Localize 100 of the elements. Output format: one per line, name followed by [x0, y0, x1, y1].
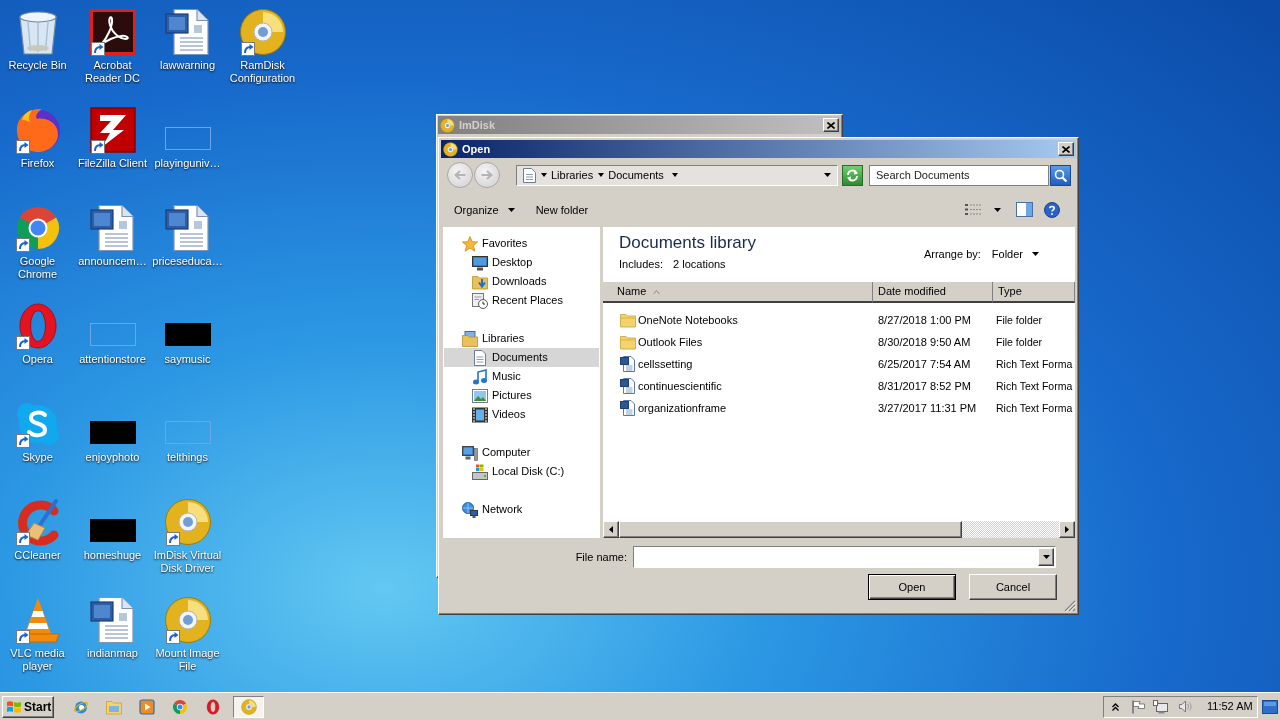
nav-item[interactable]: Favorites	[444, 234, 599, 253]
disc-icon[interactable]	[163, 596, 212, 644]
dropdown-menu-button[interactable]: Organize	[454, 202, 515, 217]
breadcrumb-arrow-icon[interactable]	[541, 173, 547, 177]
scrollbar-thumb[interactable]	[619, 521, 962, 538]
toolbar-button[interactable]: New folder	[535, 202, 589, 217]
file-type: Rich Text Forma	[996, 401, 1073, 414]
nav-item[interactable]: Network	[444, 500, 599, 519]
locations-link[interactable]: 2 locations	[673, 257, 726, 271]
flag-icon[interactable]	[1132, 699, 1145, 714]
file-name[interactable]: continuescientific	[638, 377, 722, 395]
desktop-icon-label[interactable]: FileZilla Client	[75, 157, 150, 170]
refresh-button[interactable]	[842, 164, 863, 186]
file-name[interactable]: Outlook Files	[638, 333, 703, 351]
column-header[interactable]: Type	[993, 282, 1075, 303]
breadcrumb-button[interactable]: Libraries	[551, 168, 594, 182]
file-thumbnail[interactable]	[89, 323, 136, 346]
arrange-by-dropdown[interactable]: Folder	[991, 247, 1039, 261]
nav-item[interactable]: Pictures	[444, 386, 599, 405]
help-icon[interactable]	[1044, 201, 1060, 218]
view-list-icon[interactable]	[965, 203, 981, 216]
desktop-icon-label[interactable]: Google Chrome	[0, 255, 75, 281]
close-button[interactable]	[1058, 142, 1074, 156]
desktop-icon-label[interactable]: Acrobat Reader DC	[75, 59, 150, 85]
folder-icon	[620, 312, 636, 328]
media-player-icon[interactable]	[138, 698, 155, 715]
file-thumbnail[interactable]	[164, 421, 211, 444]
desktop-icon-label[interactable]: priceseduca…	[150, 255, 225, 268]
desktop-icon-label[interactable]: announcem…	[75, 255, 150, 268]
word-document-icon[interactable]	[163, 204, 212, 252]
breadcrumb-button[interactable]: Documents	[608, 168, 664, 182]
close-button[interactable]	[823, 118, 839, 132]
start-button[interactable]: Start	[2, 695, 54, 718]
show-desktop-icon[interactable]	[1262, 699, 1278, 714]
address-dropdown-icon[interactable]	[824, 173, 831, 177]
rtf-document-icon	[620, 378, 636, 394]
scroll-right-button[interactable]	[1059, 521, 1075, 538]
resize-grip-icon[interactable]	[1064, 600, 1076, 612]
search-icon	[1054, 168, 1067, 182]
nav-item[interactable]: Desktop	[444, 253, 599, 272]
desktop-icon-label[interactable]: playinguniv…	[150, 157, 225, 170]
desktop-icon-label[interactable]: lawwarning	[150, 59, 225, 72]
view-menu-caret-icon[interactable]	[994, 207, 1001, 212]
network-status-icon[interactable]	[1153, 699, 1168, 714]
acrobat-icon[interactable]	[88, 8, 137, 56]
nav-item[interactable]: Recent Places	[444, 291, 599, 310]
breadcrumb-arrow-icon[interactable]	[598, 173, 605, 177]
file-name-field[interactable]	[633, 546, 1056, 568]
chevron-up-icon[interactable]	[1112, 702, 1119, 711]
disc-icon	[443, 141, 458, 157]
disc-icon[interactable]	[238, 8, 287, 56]
file-name[interactable]: cellssetting	[638, 355, 693, 373]
address-bar[interactable]: Libraries Documents	[516, 164, 838, 186]
speaker-icon[interactable]	[1179, 700, 1192, 713]
column-header[interactable]: Date modified	[873, 282, 993, 303]
windows-flag-icon	[6, 699, 22, 714]
file-name[interactable]: OneNote Notebooks	[638, 311, 738, 329]
clock[interactable]: 11:52 AM	[1207, 698, 1253, 715]
thumbnail-placeholder[interactable]	[164, 323, 211, 346]
date-modified: 8/27/2018 1:00 PM	[878, 313, 971, 326]
desktop-icon-label[interactable]: Recycle Bin	[0, 59, 75, 72]
breadcrumb-arrow-icon[interactable]	[671, 173, 678, 177]
caret-down-icon[interactable]	[507, 207, 515, 212]
filezilla-icon[interactable]	[88, 106, 137, 154]
file-name-label: File name:	[575, 549, 627, 565]
horizontal-scrollbar[interactable]	[603, 521, 1075, 538]
disc-icon[interactable]	[163, 498, 212, 546]
taskbar-button[interactable]	[233, 695, 264, 718]
desktop-icon-label[interactable]: Firefox	[0, 157, 75, 170]
nav-item[interactable]: Videos	[444, 405, 599, 424]
preview-pane-icon[interactable]	[1016, 202, 1033, 217]
file-thumbnail[interactable]	[164, 127, 211, 150]
caret-down-icon[interactable]	[1032, 252, 1039, 256]
nav-item[interactable]: Libraries	[444, 329, 599, 348]
file-name[interactable]: organizationframe	[638, 399, 727, 417]
nav-item[interactable]: Downloads	[444, 272, 599, 291]
nav-item[interactable]: Music	[444, 367, 599, 386]
word-document-icon[interactable]	[163, 8, 212, 56]
scroll-left-button[interactable]	[603, 521, 619, 538]
dropdown-button[interactable]	[1038, 548, 1054, 566]
column-header[interactable]: Name	[603, 282, 873, 303]
thumbnail-placeholder[interactable]	[89, 421, 136, 444]
thumbnail-placeholder[interactable]	[89, 519, 136, 542]
picture-icon	[472, 387, 488, 404]
dialog-button[interactable]: Open	[868, 574, 956, 600]
nav-item[interactable]: Computer	[444, 443, 599, 462]
nav-item[interactable]: Local Disk (C:)	[444, 462, 599, 481]
chrome-icon[interactable]	[171, 698, 188, 715]
search-button[interactable]	[1050, 164, 1071, 186]
desktop-icon-label[interactable]: Opera	[0, 353, 75, 366]
search-field[interactable]: Search Documents	[869, 164, 1049, 186]
document-icon	[472, 349, 488, 366]
disc-icon	[440, 117, 455, 133]
opera-icon[interactable]	[204, 698, 221, 715]
dialog-button[interactable]: Cancel	[969, 574, 1057, 600]
word-document-icon[interactable]	[88, 596, 137, 644]
caret-down-icon[interactable]	[1042, 555, 1050, 559]
word-document-icon[interactable]	[88, 204, 137, 252]
nav-item[interactable]: Documents	[444, 348, 599, 367]
desktop-icon-label[interactable]: RamDisk Configuration	[225, 59, 300, 85]
